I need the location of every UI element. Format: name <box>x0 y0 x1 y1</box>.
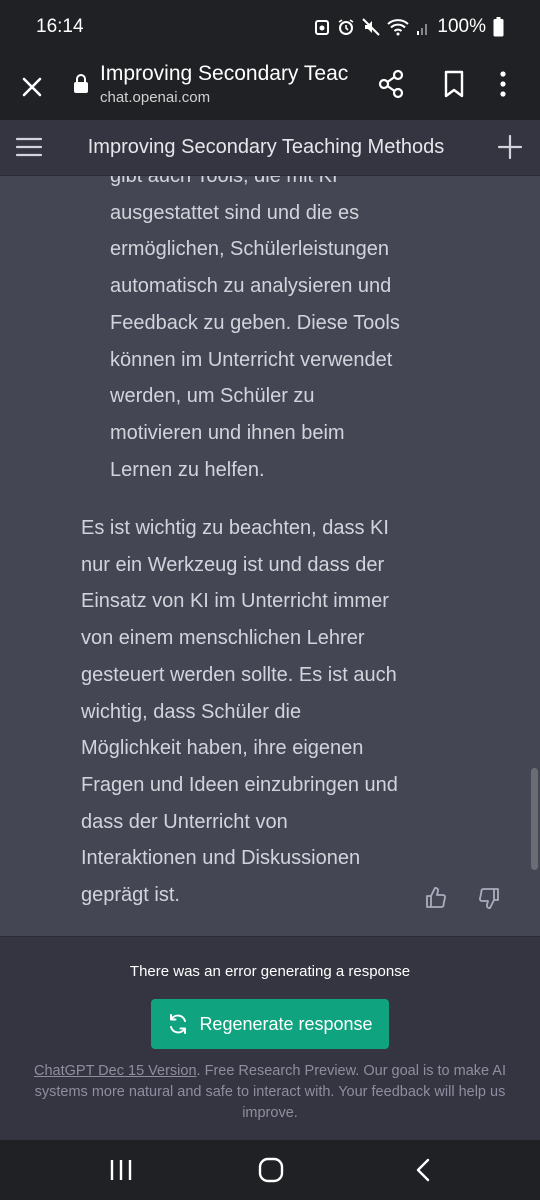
scrollbar-thumb[interactable] <box>531 768 538 870</box>
message-line: dass der Unterricht von <box>81 810 288 833</box>
regenerate-label: Regenerate response <box>199 1013 373 1034</box>
message-line: wichtig, dass Schüler die <box>81 700 302 723</box>
conversation-title: Improving Secondary Teaching Methods <box>87 136 445 158</box>
alarm-icon <box>338 19 354 35</box>
assistant-message: gibt auch Tools, die mit KI ausgestattet… <box>0 176 540 936</box>
message-line: gesteuert werden sollte. Es ist auch <box>81 663 397 686</box>
message-line: können im Unterricht verwendet <box>110 348 393 371</box>
signal-icon <box>417 24 428 35</box>
system-navigation-bar <box>0 1140 540 1200</box>
message-line: von einem menschlichen Lehrer <box>81 627 365 650</box>
close-icon[interactable] <box>18 73 46 101</box>
message-line: gibt auch Tools, die mit KI <box>110 176 338 187</box>
bookmark-icon[interactable] <box>442 68 466 100</box>
status-bar: 16:14 100% <box>0 0 540 54</box>
battery-icon <box>493 17 504 37</box>
message-line: Einsatz von KI im Unterricht immer <box>81 590 389 613</box>
status-time: 16:14 <box>36 16 84 37</box>
regenerate-response-button[interactable]: Regenerate response <box>151 999 389 1049</box>
message-list-item-paragraph: gibt auch Tools, die mit KI ausgestattet… <box>110 176 430 488</box>
message-line: werden, um Schüler zu <box>110 385 315 408</box>
message-line: Möglichkeit haben, ihre eigenen <box>81 737 364 760</box>
thumbs-up-icon[interactable] <box>424 886 448 910</box>
more-vert-icon[interactable] <box>498 68 508 100</box>
wifi-icon <box>387 19 410 36</box>
error-message: There was an error generating a response <box>129 963 411 980</box>
message-line: motivieren und ihnen beim <box>110 421 345 444</box>
message-line: ermöglichen, Schülerleistungen <box>110 238 390 261</box>
message-line: Feedback zu geben. Diese Tools <box>110 311 400 334</box>
share-icon[interactable] <box>376 68 406 100</box>
message-line: automatisch zu analysieren und <box>110 275 392 298</box>
chat-header: Improving Secondary Teaching Methods <box>0 120 540 176</box>
thumbs-down-icon[interactable] <box>477 886 501 910</box>
status-icons: 100% <box>314 16 504 38</box>
message-line: Lernen zu helfen. <box>110 458 265 481</box>
refresh-icon <box>170 1014 187 1034</box>
lock-icon <box>74 74 88 93</box>
version-link[interactable]: ChatGPT Dec 15 Version <box>34 1063 197 1079</box>
battery-level: 100% <box>437 16 486 37</box>
message-paragraph: Es ist wichtig zu beachten, dass KI nur … <box>81 510 421 914</box>
message-line: Es ist wichtig zu beachten, dass KI <box>81 517 389 539</box>
message-line: nur ein Werkzeug ist und dass der <box>81 553 385 576</box>
message-line: ausgestattet sind und die es <box>110 201 360 224</box>
disclaimer-text: ChatGPT Dec 15 Version. Free Research Pr… <box>20 1061 520 1124</box>
home-icon[interactable] <box>256 1155 286 1185</box>
back-icon[interactable] <box>410 1155 436 1185</box>
browser-url[interactable]: chat.openai.com <box>100 89 210 106</box>
app-notification-icon <box>315 20 330 35</box>
plus-icon[interactable] <box>496 133 524 161</box>
message-line: Fragen und Ideen einzubringen und <box>81 773 398 796</box>
recent-apps-icon[interactable] <box>108 1155 134 1185</box>
browser-page-title[interactable]: Improving Secondary Teac… <box>100 62 350 86</box>
browser-toolbar: Improving Secondary Teac… chat.openai.co… <box>0 54 540 120</box>
chat-footer: There was an error generating a response… <box>0 936 540 1140</box>
message-line: geprägt ist. <box>81 884 180 907</box>
message-line: Interaktionen und Diskussionen <box>81 847 361 870</box>
mute-icon <box>362 18 381 36</box>
